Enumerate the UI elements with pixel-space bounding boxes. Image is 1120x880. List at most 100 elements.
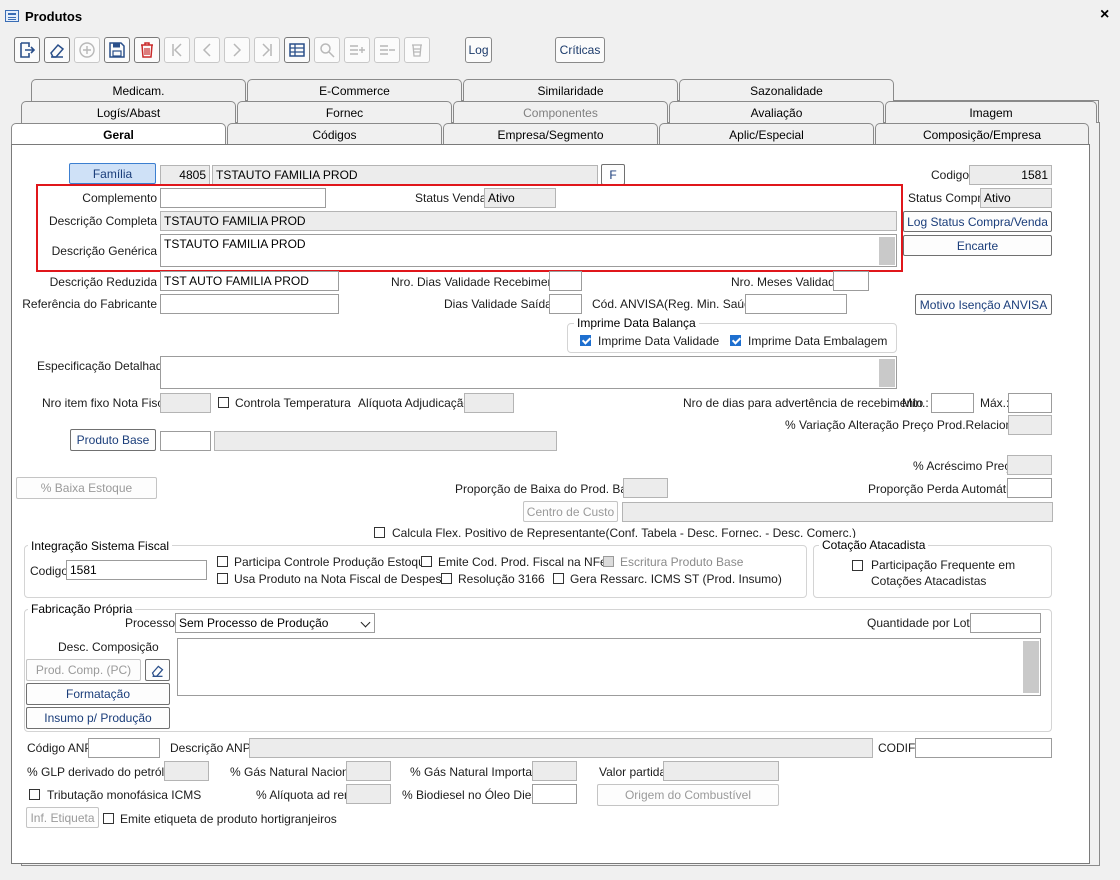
nro-meses-validade-field[interactable] [833, 271, 869, 291]
delete-button[interactable] [134, 37, 160, 63]
dias-validade-saidas-field[interactable] [549, 294, 582, 314]
imprime-embalagem-checkbox[interactable] [730, 335, 741, 346]
imprime-validade-checkbox[interactable] [580, 335, 591, 346]
tab-fornec[interactable]: Fornec [237, 101, 452, 123]
formatacao-button[interactable]: Formatação [26, 683, 170, 705]
calcula-flex-checkbox[interactable] [374, 527, 385, 538]
log-status-button[interactable]: Log Status Compra/Venda [903, 211, 1052, 232]
tab-similaridade[interactable]: Similaridade [463, 79, 678, 101]
valor-partida-field[interactable] [663, 761, 779, 781]
chevron-down-icon [360, 617, 371, 628]
scrollbar[interactable] [879, 359, 895, 387]
inf-etiqueta-button[interactable]: Inf. Etiqueta [26, 807, 99, 828]
familia-button[interactable]: Família [69, 163, 156, 184]
tab-codigos[interactable]: Códigos [227, 123, 442, 145]
tab-composicao-empresa[interactable]: Composição/Empresa [875, 123, 1089, 145]
acrescimo-field[interactable] [1007, 455, 1052, 475]
tab-sazonalidade[interactable]: Sazonalidade [679, 79, 894, 101]
add-row-button[interactable] [344, 37, 370, 63]
save-button[interactable] [104, 37, 130, 63]
grid-button[interactable] [284, 37, 310, 63]
max-field[interactable] [1008, 393, 1052, 413]
tab-ecommerce[interactable]: E-Commerce [247, 79, 462, 101]
produto-base-button[interactable]: Produto Base [70, 429, 156, 451]
glp-field[interactable] [164, 761, 209, 781]
chevron-right-icon [233, 43, 242, 57]
insumo-button[interactable]: Insumo p/ Produção [26, 707, 170, 729]
tab-empresa-segmento[interactable]: Empresa/Segmento [443, 123, 658, 145]
familia-name-field[interactable]: TSTAUTO FAMILIA PROD [212, 165, 598, 185]
min-field[interactable] [931, 393, 974, 413]
motivo-anvisa-button[interactable]: Motivo Isenção ANVISA [915, 294, 1052, 315]
proporcao-perda-field[interactable] [1007, 478, 1052, 498]
clear-button[interactable] [44, 37, 70, 63]
prod-comp-button[interactable]: Prod. Comp. (PC) [26, 659, 141, 681]
desc-comp-field[interactable] [177, 638, 1041, 696]
centro-custo-field[interactable] [622, 502, 1053, 522]
encarte-button[interactable]: Encarte [903, 235, 1052, 256]
referencia-fabricante-label: Referência do Fabricante [22, 297, 157, 311]
familia-f-button[interactable]: F [601, 164, 625, 185]
proporcao-baixa-field[interactable] [623, 478, 668, 498]
add-button[interactable] [74, 37, 100, 63]
minimize-icon[interactable]: × [1100, 6, 1109, 24]
nro-dias-validade-field[interactable] [549, 271, 582, 291]
delete-row-button[interactable] [404, 37, 430, 63]
processo-select[interactable]: Sem Processo de Produção [175, 613, 375, 633]
criticas-button[interactable]: Críticas [555, 37, 605, 63]
cotacao-checkbox[interactable] [852, 560, 863, 571]
escritura-checkbox[interactable] [603, 556, 614, 567]
tab-avaliacao[interactable]: Avaliação [669, 101, 884, 123]
aliquota-adrem-field[interactable] [346, 784, 391, 804]
referencia-fabricante-field[interactable] [160, 294, 339, 314]
log-button[interactable]: Log [465, 37, 492, 63]
codif-field[interactable] [915, 738, 1052, 758]
tributacao-checkbox[interactable] [29, 789, 40, 800]
emite-etiqueta-checkbox[interactable] [103, 813, 114, 824]
tab-aplic-especial[interactable]: Aplic/Especial [659, 123, 874, 145]
exit-button[interactable] [14, 37, 40, 63]
qtd-lote-field[interactable] [970, 613, 1041, 633]
gas-nacional-field[interactable] [346, 761, 391, 781]
remove-row-button[interactable] [374, 37, 400, 63]
tab-logis-abast[interactable]: Logís/Abast [21, 101, 236, 123]
tab-imagem[interactable]: Imagem [885, 101, 1097, 123]
status-compra-field[interactable]: Ativo [980, 188, 1052, 208]
scrollbar[interactable] [1023, 641, 1039, 693]
emite-checkbox[interactable] [421, 556, 432, 567]
descricao-anp-field[interactable] [249, 738, 873, 758]
search-button[interactable] [314, 37, 340, 63]
produto-base-code-field[interactable] [160, 431, 211, 451]
participa-checkbox[interactable] [217, 556, 228, 567]
previous-record-button[interactable] [194, 37, 220, 63]
next-record-button[interactable] [224, 37, 250, 63]
baixa-estoque-button[interactable]: % Baixa Estoque [16, 477, 157, 499]
familia-code-field[interactable]: 4805 [160, 165, 210, 185]
gas-importado-field[interactable] [532, 761, 577, 781]
clear-comp-button[interactable] [145, 659, 170, 681]
gera-checkbox[interactable] [553, 573, 564, 584]
origem-button[interactable]: Origem do Combustível [597, 784, 779, 806]
tab-componentes[interactable]: Componentes [453, 101, 668, 123]
aliquota-adj-field[interactable] [464, 393, 514, 413]
variacao-field[interactable] [1008, 415, 1052, 435]
especificacao-field[interactable] [160, 356, 897, 389]
last-record-button[interactable] [254, 37, 280, 63]
resolucao-checkbox[interactable] [441, 573, 452, 584]
codigo-field[interactable]: 1581 [969, 165, 1052, 185]
controla-temp-checkbox[interactable] [218, 397, 229, 408]
integracao-codigo-field[interactable]: 1581 [66, 560, 207, 580]
nro-item-fixo-field[interactable] [160, 393, 211, 413]
imprime-title: Imprime Data Balança [574, 316, 699, 330]
descricao-reduzida-field[interactable]: TST AUTO FAMILIA PROD [160, 271, 339, 291]
produto-base-name-field[interactable] [214, 431, 557, 451]
codigo-anp-field[interactable] [88, 738, 160, 758]
biodiesel-field[interactable] [532, 784, 577, 804]
resolucao-label: Resolução 3166 [458, 572, 545, 586]
centro-custo-button[interactable]: Centro de Custo [523, 501, 618, 522]
usa-checkbox[interactable] [217, 573, 228, 584]
tab-medicam[interactable]: Medicam. [31, 79, 246, 101]
first-record-button[interactable] [164, 37, 190, 63]
tab-geral[interactable]: Geral [11, 123, 226, 146]
cod-anvisa-field[interactable] [745, 294, 847, 314]
